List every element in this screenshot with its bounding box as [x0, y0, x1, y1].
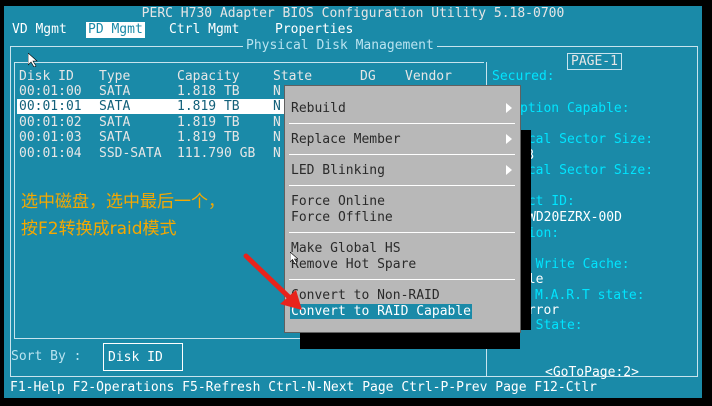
menu-divider [289, 123, 515, 124]
disk-state: N [273, 130, 281, 145]
panel-title: Physical Disk Management [243, 38, 437, 53]
menu-item-replace-member[interactable]: Replace Member [291, 132, 401, 147]
tab-properties[interactable]: Properties [273, 22, 355, 38]
mouse-cursor-icon [28, 53, 38, 67]
goto-page-link[interactable]: <GoToPage:2> [545, 365, 639, 380]
physical-sector-label: ical Sector Size: [520, 163, 654, 178]
disk-type: SATA [99, 84, 131, 99]
disk-type: SATA [99, 130, 131, 145]
secured-label: Secured: [492, 69, 555, 84]
menu-shadow [300, 331, 520, 349]
disk-type: SATA [99, 99, 131, 114]
col-header-vendor: Vendor [405, 69, 452, 84]
annotation-line-1: 选中磁盘，选中最后一个， [21, 192, 225, 212]
sort-by-value: Disk ID [108, 350, 163, 365]
disk-state: N [273, 115, 281, 130]
title-bar: PERC H730 Adapter BIOS Configuration Uti… [4, 6, 702, 22]
menu-divider [289, 154, 515, 155]
submenu-arrow-icon [506, 103, 512, 113]
disk-capacity: 111.790 GB [177, 146, 256, 161]
tab-vd-mgmt[interactable]: VD Mgmt [10, 22, 69, 38]
disk-type: SATA [99, 115, 131, 130]
disk-type: SSD-SATA [99, 146, 162, 161]
operations-menu: Rebuild Replace Member LED Blinking Forc… [284, 85, 521, 333]
disk-capacity: 1.818 TB [177, 84, 240, 99]
logical-sector-label: ical Sector Size: [520, 132, 654, 147]
panel-left-border [10, 46, 11, 376]
write-cache-label: k Write Cache: [520, 257, 630, 272]
submenu-arrow-icon [506, 134, 512, 144]
tab-pd-mgmt[interactable]: PD Mgmt [86, 22, 145, 38]
panel-right-border [697, 46, 698, 376]
menu-item-convert-raid-capable[interactable]: Convert to RAID Capable [290, 304, 473, 319]
menu-divider [289, 232, 515, 233]
smart-state-label: M.A.R.T state: [535, 288, 645, 303]
menu-item-force-online[interactable]: Force Online [291, 194, 385, 209]
annotation-line-2: 按F2转换成raid模式 [21, 219, 177, 239]
disk-state: N [273, 146, 281, 161]
page-indicator: PAGE-1 [567, 53, 622, 70]
disk-id: 00:01:00 [19, 84, 82, 99]
col-header-dg: DG [360, 69, 376, 84]
disk-capacity: 1.819 TB [177, 115, 240, 130]
disk-id: 00:01:03 [19, 130, 82, 145]
disk-state: N [273, 84, 281, 99]
disk-capacity: 1.819 TB [177, 99, 240, 114]
table-row[interactable]: 00:01:02 SATA 1.819 TB N [17, 115, 285, 130]
menu-divider [289, 185, 515, 186]
list-left-border [14, 62, 15, 338]
table-row[interactable]: 00:01:04 SSD-SATA 111.790 GB N [17, 146, 285, 161]
menu-item-led-blinking[interactable]: LED Blinking [291, 163, 385, 178]
disk-state: N [273, 99, 281, 114]
sort-by-label: Sort By : [11, 349, 82, 364]
col-header-state: State [273, 69, 313, 84]
submenu-arrow-icon [506, 165, 512, 175]
mouse-cursor-icon [290, 252, 298, 264]
disk-id: 00:01:01 [19, 99, 82, 114]
col-header-capacity: Capacity [177, 69, 240, 84]
col-header-type: Type [99, 69, 131, 84]
menu-divider [289, 279, 515, 280]
product-id-value: WD20EZRX-00D [528, 210, 622, 225]
tab-ctrl-mgmt[interactable]: Ctrl Mgmt [167, 22, 241, 38]
encryption-capable-label: ption Capable: [520, 101, 630, 116]
table-row[interactable]: 00:01:00 SATA 1.818 TB N [17, 84, 285, 99]
list-top-border [14, 62, 484, 63]
app-title: PERC H730 Adapter BIOS Configuration Uti… [141, 6, 565, 21]
status-bar-hints: F1-Help F2-Operations F5-Refresh Ctrl-N-… [10, 380, 597, 395]
disk-id: 00:01:04 [19, 146, 82, 161]
annotation-arrow-icon [243, 253, 302, 310]
menu-item-convert-non-raid[interactable]: Convert to Non-RAID [291, 288, 440, 303]
menu-item-rebuild[interactable]: Rebuild [291, 101, 346, 116]
disk-id: 00:01:02 [19, 115, 82, 130]
tab-bar: VD Mgmt PD Mgmt Ctrl Mgmt Properties [4, 22, 702, 38]
table-row[interactable]: 00:01:03 SATA 1.819 TB N [17, 130, 285, 145]
col-header-disk-id: Disk ID [19, 69, 74, 84]
status-bar: F1-Help F2-Operations F5-Refresh Ctrl-N-… [4, 380, 702, 396]
menu-item-force-offline[interactable]: Force Offline [291, 210, 393, 225]
disk-capacity: 1.819 TB [177, 130, 240, 145]
sort-by-button[interactable]: Disk ID [103, 343, 183, 371]
